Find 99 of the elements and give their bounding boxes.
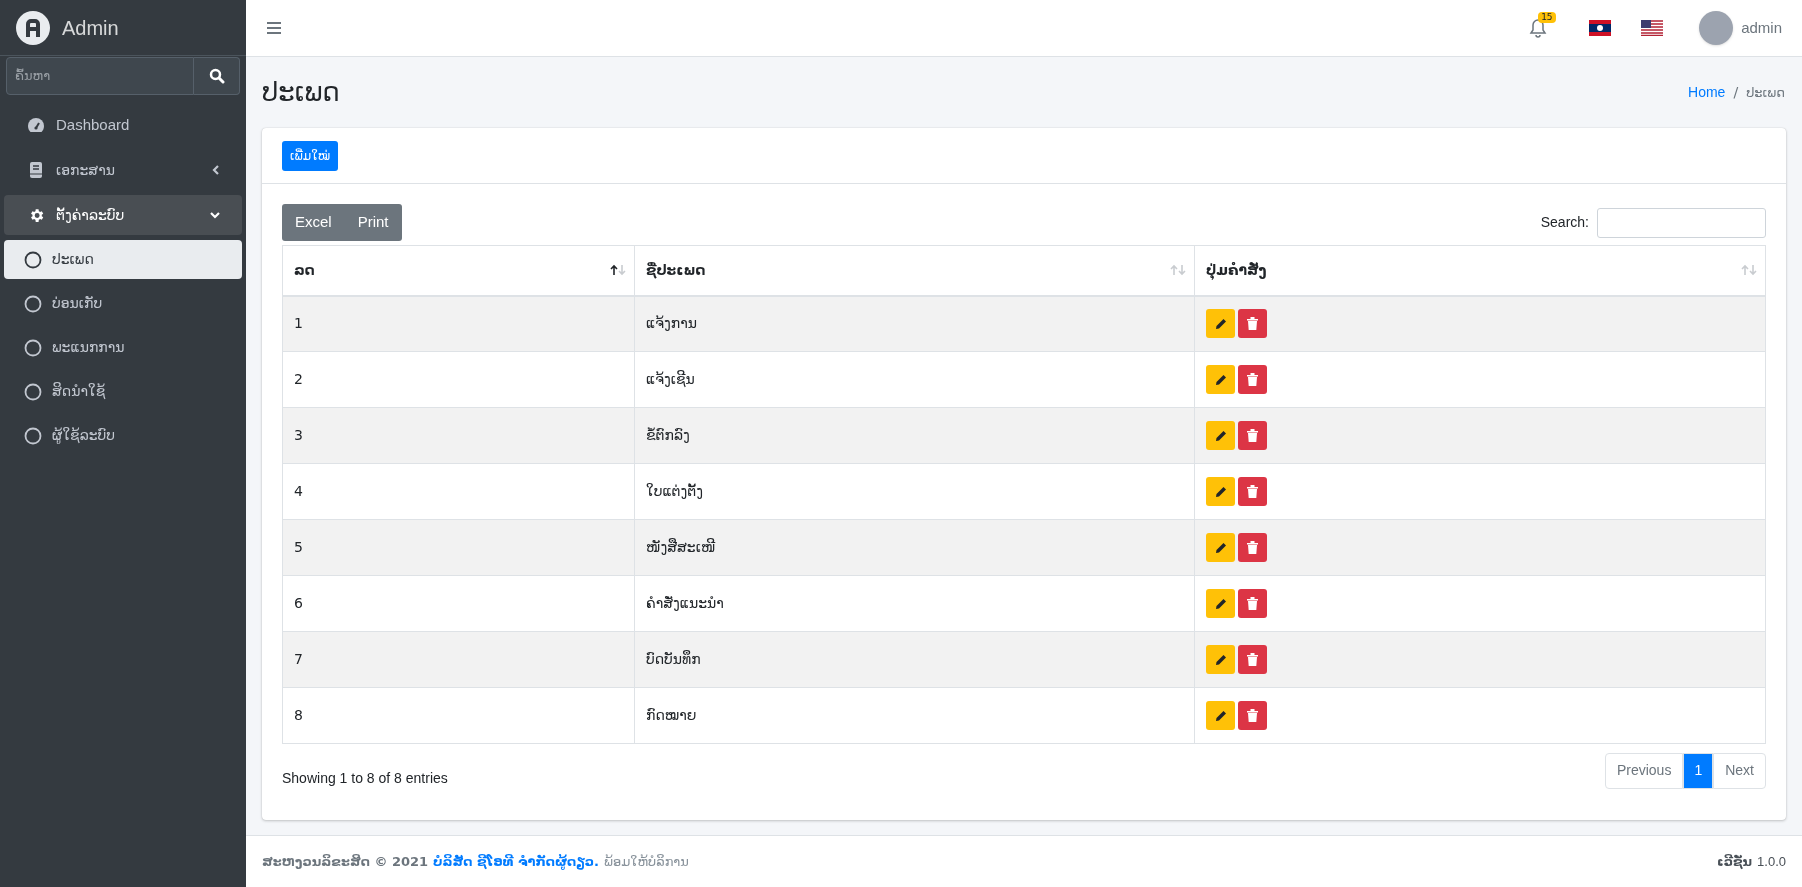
delete-button[interactable] — [1238, 645, 1267, 674]
chevron-down-icon — [210, 211, 220, 219]
pagination-button[interactable]: Previous — [1604, 752, 1684, 789]
delete-button[interactable] — [1238, 309, 1267, 339]
export-button[interactable]: Excel — [282, 204, 345, 241]
pencil-icon — [1214, 709, 1227, 722]
brand-name: Admin — [62, 15, 119, 41]
edit-button[interactable] — [1206, 365, 1235, 394]
type-name: ກົດໝາຍ — [634, 687, 1195, 744]
logo-icon — [16, 10, 50, 45]
trash-icon — [1247, 597, 1258, 610]
trash-icon — [1247, 429, 1258, 442]
menu-icon — [266, 21, 282, 35]
pencil-icon — [1214, 653, 1227, 666]
type-name: ຄຳສັ່ງແນະນຳ — [634, 575, 1195, 632]
delete-button[interactable] — [1238, 365, 1267, 394]
trash-icon — [1247, 653, 1258, 666]
user-avatar[interactable] — [1699, 11, 1734, 45]
book-icon — [29, 162, 43, 178]
type-name: ບົດບັນທຶກ — [634, 631, 1195, 688]
trash-icon — [1247, 373, 1258, 386]
edit-button[interactable] — [1206, 477, 1235, 506]
delete-button[interactable] — [1238, 533, 1267, 562]
search-icon — [208, 68, 225, 84]
sidebar-search-field[interactable]: ຄົ້ນຫາ — [6, 57, 194, 95]
circle-icon — [24, 426, 42, 445]
edit-button[interactable] — [1206, 645, 1235, 674]
row-number: 6 — [282, 575, 635, 632]
row-number: 3 — [282, 407, 635, 464]
notification-count: 15 — [1538, 12, 1556, 23]
pencil-icon — [1214, 485, 1227, 498]
delete-button[interactable] — [1238, 477, 1267, 506]
page-button[interactable]: 1 — [1683, 752, 1714, 789]
column-header[interactable]: ປຸ່ມຄຳສັ່ງ — [1194, 245, 1766, 296]
circle-icon — [24, 250, 42, 269]
page-title: ປະເພດ — [262, 76, 340, 109]
row-number: 1 — [282, 295, 635, 352]
trash-icon — [1247, 485, 1258, 498]
row-number: 8 — [282, 687, 635, 744]
edit-button[interactable] — [1206, 421, 1235, 450]
table-info: Showing 1 to 8 of 8 entries — [282, 769, 448, 788]
type-name: ແຈ້ງການ — [634, 295, 1195, 352]
sidebar-subitem[interactable]: ຜູ້ໃຊ້ລະບົບ — [4, 416, 242, 455]
pencil-icon — [1214, 541, 1227, 554]
row-number: 4 — [282, 463, 635, 520]
column-header[interactable]: ລດ — [282, 245, 635, 296]
us-flag-icon[interactable] — [1641, 20, 1664, 36]
edit-button[interactable] — [1206, 309, 1235, 339]
pencil-icon — [1214, 429, 1227, 442]
pencil-icon — [1214, 597, 1227, 610]
table-search-field[interactable] — [1597, 207, 1766, 238]
edit-button[interactable] — [1206, 701, 1235, 730]
bell-icon[interactable] — [1529, 18, 1548, 38]
laos-flag-icon[interactable] — [1589, 20, 1612, 36]
sidebar-subitem[interactable]: ສິດນຳໃຊ້ — [4, 372, 242, 411]
menu-toggle[interactable] — [266, 21, 282, 35]
sidebar-subitem[interactable]: ບ່ອນເກັບ — [4, 284, 242, 323]
sidebar-item[interactable]: Dashboard — [4, 105, 242, 145]
type-name: ຂໍ້ຕົກລົງ — [634, 407, 1195, 464]
user-name[interactable]: admin — [1741, 16, 1782, 40]
copyright-text: ສະຫງວນລິຂະສິດ © 2021 — [262, 852, 429, 871]
row-number: 7 — [282, 631, 635, 688]
search-button[interactable] — [194, 57, 240, 95]
sidebar-subitem[interactable]: ປະເພດ — [4, 240, 242, 279]
column-header[interactable]: ຊື່ປະເພດ — [634, 245, 1195, 296]
circle-icon — [24, 294, 42, 313]
search-label: Search: — [1540, 213, 1589, 232]
sidebar-item[interactable]: ຕັ້ງຄ່າລະບົບ — [4, 195, 242, 235]
circle-icon — [24, 382, 42, 401]
breadcrumb-separator: / — [1733, 83, 1739, 102]
breadcrumb-link[interactable]: Home — [1688, 82, 1726, 103]
breadcrumb-current: ປະເພດ — [1746, 83, 1785, 102]
chevron-left-icon — [212, 165, 220, 175]
row-number: 5 — [282, 519, 635, 576]
delete-button[interactable] — [1238, 589, 1267, 618]
row-number: 2 — [282, 351, 635, 408]
trash-icon — [1247, 541, 1258, 554]
pencil-icon — [1214, 373, 1227, 386]
version-label: ເວີຊັ່ນ — [1716, 852, 1753, 871]
add-new-button[interactable]: ເພີ່ມໃໝ່ — [282, 140, 339, 171]
pagination-button[interactable]: Next — [1713, 752, 1766, 789]
edit-button[interactable] — [1206, 533, 1235, 562]
delete-button[interactable] — [1238, 421, 1267, 450]
export-button[interactable]: Print — [344, 204, 402, 241]
trash-icon — [1247, 317, 1258, 331]
company-link[interactable]: ບໍລິສັດ ຊີໂອທີ ຈຳກັດຜູ້ດຽວ. — [433, 851, 600, 872]
sidebar-item[interactable]: ເອກະສານ — [4, 150, 242, 190]
sidebar-subitem[interactable]: ພະແນກການ — [4, 328, 242, 367]
dashboard-gauge-icon — [27, 117, 45, 133]
version-number: 1.0.0 — [1757, 852, 1786, 871]
type-name: ແຈ້ງເຊີນ — [634, 351, 1195, 408]
tagline-text: ພ້ອມໃຫ້ບໍລິການ — [604, 852, 689, 871]
type-name: ໜັງສືສະເໜີ — [634, 519, 1195, 576]
pencil-icon — [1214, 317, 1227, 330]
delete-button[interactable] — [1238, 701, 1267, 730]
trash-icon — [1247, 709, 1258, 722]
type-name: ໃບແຕ່ງຕັ້ງ — [634, 463, 1195, 520]
edit-button[interactable] — [1206, 589, 1235, 618]
circle-icon — [24, 338, 42, 357]
